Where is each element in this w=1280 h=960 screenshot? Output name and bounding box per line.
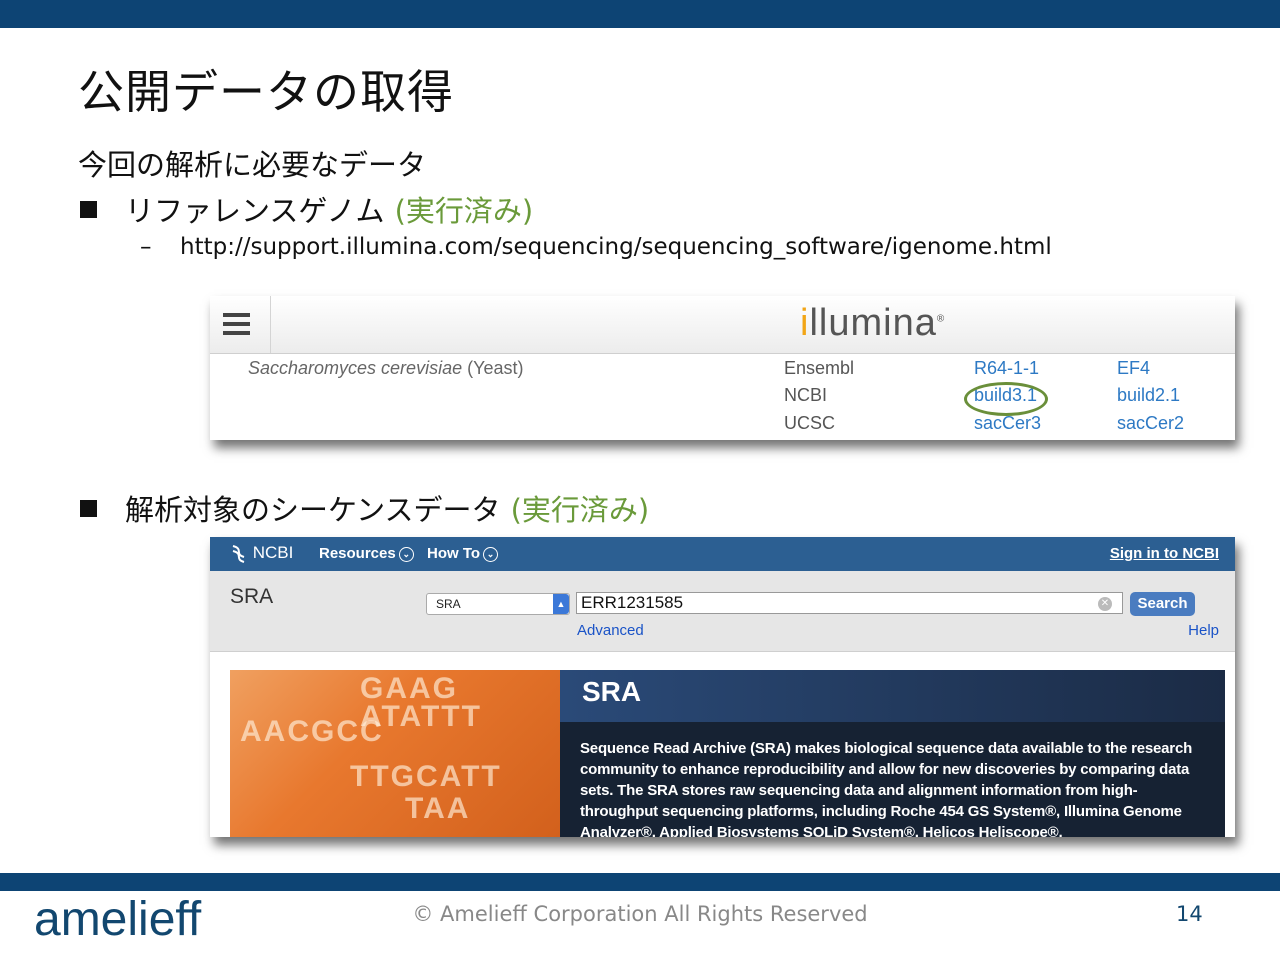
bullet-square-icon (80, 200, 97, 218)
sign-in-link[interactable]: Sign in to NCBI (1110, 545, 1219, 562)
bullet-text: 解析対象のシーケンスデータ (125, 493, 501, 527)
link-saccer3[interactable]: sacCer3 (974, 413, 1041, 434)
search-input[interactable] (576, 592, 1123, 614)
search-button[interactable]: Search (1130, 592, 1195, 616)
dna-sequence-image: GAAG ATATTT AACGCC TTGCATT TAA (230, 670, 560, 837)
banner-title: SRA (582, 676, 642, 707)
link-ef4[interactable]: EF4 (1117, 358, 1150, 379)
chevron-down-icon: ⌄ (398, 546, 414, 562)
igenome-url: http://support.illumina.com/sequencing/s… (180, 234, 1052, 260)
link-r64-1-1[interactable]: R64-1-1 (974, 358, 1039, 379)
highlight-circle (964, 382, 1048, 416)
search-area: SRA SRA ▲ ✕ Search Advanced Help (210, 571, 1235, 652)
slide-title: 公開データの取得 (78, 65, 454, 119)
database-select-value: SRA (436, 597, 461, 611)
bullet-text: リファレンスゲノム (125, 194, 385, 228)
illumina-igenome-panel: illumina® Saccharomyces cerevisiae (Yeas… (210, 296, 1235, 440)
illumina-logo: illumina® (800, 302, 946, 344)
link-build2-1[interactable]: build2.1 (1117, 385, 1180, 406)
illumina-header: illumina® (210, 296, 1235, 354)
species-name: Saccharomyces cerevisiae (Yeast) (248, 358, 524, 378)
bullet-reference-genome: リファレンスゲノム (実行済み) (80, 188, 533, 230)
url-subbullet: – http://support.illumina.com/sequencing/… (140, 234, 1052, 260)
nav-how-to[interactable]: How To ⌄ (427, 545, 499, 562)
bullet-square-icon (80, 499, 97, 517)
ncbi-helix-icon (232, 544, 245, 563)
copyright: © Amelieff Corporation All Rights Reserv… (412, 902, 868, 926)
sra-banner: GAAG ATATTT AACGCC TTGCATT TAA SRA Seque… (230, 670, 1225, 837)
bullet-status: (実行済み) (510, 493, 650, 527)
slide-subtitle: 今回の解析に必要なデータ (78, 148, 427, 182)
nav-resources[interactable]: Resources ⌄ (319, 545, 414, 562)
select-arrows-icon: ▲ (553, 594, 569, 614)
chevron-down-icon: ⌄ (483, 546, 499, 562)
database-select[interactable]: SRA ▲ (426, 593, 570, 615)
clear-icon[interactable]: ✕ (1098, 597, 1112, 611)
link-saccer2[interactable]: sacCer2 (1117, 413, 1184, 434)
banner-description: Sequence Read Archive (SRA) makes biolog… (580, 740, 1193, 837)
bullet-sequence-data: 解析対象のシーケンスデータ (実行済み) (80, 487, 649, 529)
ncbi-sra-panel: NCBI Resources ⌄ How To ⌄ Sign in to NCBI … (210, 537, 1235, 837)
advanced-link[interactable]: Advanced (577, 622, 644, 639)
hamburger-icon[interactable] (210, 296, 271, 353)
ncbi-top-bar: NCBI Resources ⌄ How To ⌄ Sign in to NCBI (210, 537, 1235, 571)
help-link[interactable]: Help (1188, 622, 1219, 639)
bullet-status: (実行済み) (394, 194, 534, 228)
source-ensembl: Ensembl (784, 358, 855, 378)
bottom-bar (0, 873, 1280, 891)
source-ncbi: NCBI (784, 385, 828, 405)
ncbi-logo[interactable]: NCBI (230, 543, 293, 564)
dash-icon: – (140, 234, 152, 260)
top-bar (0, 0, 1280, 28)
banner-header (560, 670, 1225, 722)
page-number: 14 (1176, 902, 1203, 926)
database-title: SRA (230, 585, 274, 608)
source-ucsc: UCSC (784, 413, 836, 433)
